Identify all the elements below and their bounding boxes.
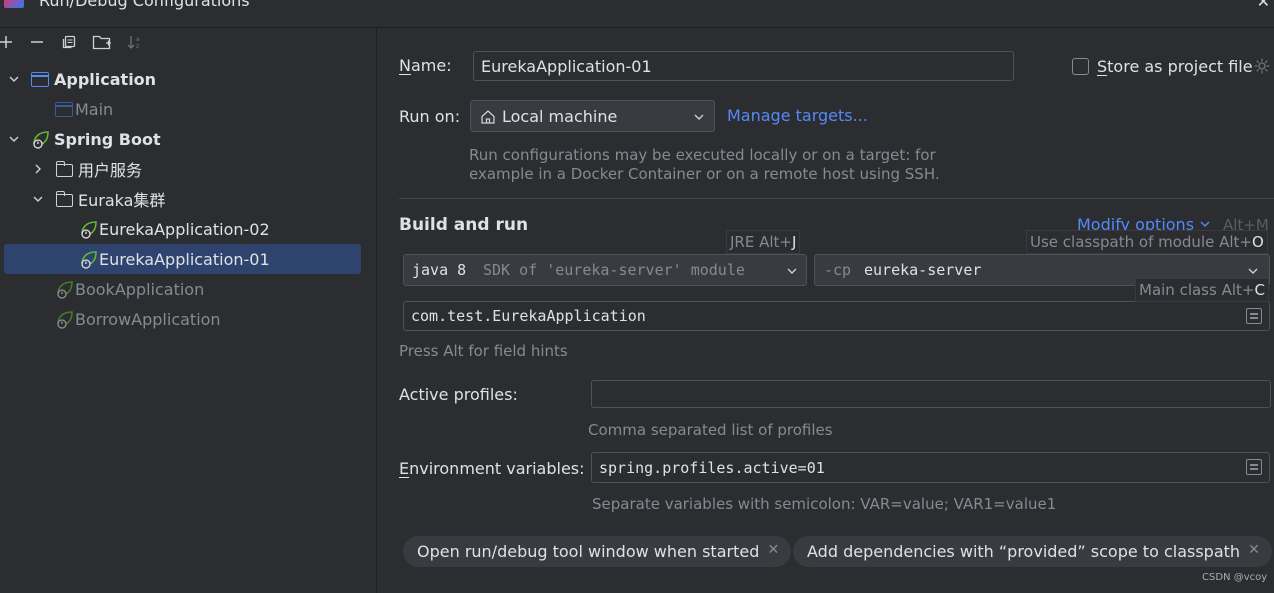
tree-node-eureka-02[interactable]: EurekaApplication-02 [0, 214, 377, 244]
env-label-text: nvironment variables: [409, 459, 585, 478]
tree-node-borrow-application[interactable]: BorrowApplication [0, 304, 377, 334]
tree-node-book-application[interactable]: BookApplication [0, 274, 377, 304]
jre-shortcut-tooltip: JRE Alt+J [726, 230, 801, 254]
tree-node-eureka-folder[interactable]: Euraka集群 [0, 184, 377, 214]
watermark: CSDN @vcoy [1202, 572, 1268, 583]
browse-class-icon[interactable] [1246, 308, 1262, 324]
run-on-hint-line-2: example in a Docker Container or on a re… [469, 165, 940, 183]
run-on-dropdown[interactable]: Local machine [470, 100, 715, 132]
run-on-value: Local machine [502, 106, 618, 126]
chip-label: Open run/debug tool window when started [417, 542, 760, 561]
active-profiles-input[interactable] [591, 380, 1271, 408]
tree-label: Main [75, 99, 114, 119]
jre-dropdown[interactable]: java 8 SDK of 'eureka-server' module [403, 254, 807, 286]
name-input[interactable]: EurekaApplication-01 [473, 51, 1014, 81]
svg-text:a: a [136, 36, 140, 43]
copy-icon[interactable] [59, 32, 79, 52]
spring-boot-icon [81, 251, 97, 269]
configuration-editor-panel: Name: EurekaApplication-01 Store as proj… [378, 28, 1274, 593]
tree-label: Application [54, 69, 157, 89]
main-class-value: com.test.EurekaApplication [411, 307, 646, 325]
tree-node-spring-boot[interactable]: Spring Boot [0, 124, 377, 154]
svg-text:z: z [136, 43, 139, 50]
tree-label: EurekaApplication-01 [99, 249, 270, 269]
spring-boot-icon [81, 221, 97, 239]
run-on-hint-line-1: Run configurations may be executed local… [469, 146, 936, 164]
store-as-project-file-label: Store as project file [1097, 57, 1253, 76]
application-icon [31, 72, 49, 87]
main-class-input[interactable]: com.test.EurekaApplication [403, 301, 1270, 331]
title-bar: Run/Debug Configurations ✕ [0, 0, 1274, 28]
window-title: Run/Debug Configurations [39, 0, 250, 10]
folder-icon [55, 161, 73, 177]
tree-node-eureka-01[interactable]: EurekaApplication-01 [4, 244, 361, 274]
name-input-value: EurekaApplication-01 [481, 56, 652, 76]
chevron-down-icon [787, 268, 797, 274]
remove-icon[interactable] [27, 32, 47, 52]
edit-env-vars-icon[interactable] [1246, 459, 1262, 475]
gear-icon[interactable] [1253, 57, 1271, 75]
add-icon[interactable] [0, 32, 16, 52]
env-value: spring.profiles.active=01 [599, 458, 825, 477]
close-window-icon[interactable]: ✕ [1257, 0, 1270, 11]
tree-label: BorrowApplication [75, 309, 221, 329]
main-class-shortcut-tooltip: Main class Alt+C [1135, 278, 1269, 302]
name-label: Name: [399, 56, 452, 75]
classpath-tooltip-text: Use classpath of module Alt+ [1030, 233, 1252, 251]
name-label-text: ame: [410, 56, 452, 75]
main-class-tooltip-key: C [1254, 281, 1265, 299]
active-profiles-hint: Comma separated list of profiles [588, 421, 833, 439]
tree-node-application[interactable]: Application [0, 64, 377, 94]
environment-variables-label: Environment variables: [399, 459, 585, 478]
tree-label: BookApplication [75, 279, 205, 299]
store-label-text: tore as project file [1107, 57, 1253, 76]
folder-icon [55, 191, 73, 207]
env-hint: Separate variables with semicolon: VAR=v… [592, 495, 1057, 513]
jdk-version: java 8 [412, 261, 467, 279]
field-hints-text: Press Alt for field hints [399, 342, 568, 360]
intellij-logo-icon [4, 0, 24, 8]
option-chip-add-dependencies[interactable]: Add dependencies with “provided” scope t… [793, 536, 1273, 567]
sort-icon[interactable]: az [125, 32, 145, 52]
close-icon[interactable]: ✕ [767, 543, 779, 557]
active-profiles-label: Active profiles: [399, 385, 518, 404]
application-icon [55, 102, 73, 117]
tree-label: Euraka集群 [78, 191, 166, 210]
chevron-down-icon[interactable] [7, 132, 21, 146]
tree-node-user-service-folder[interactable]: 用户服务 [0, 154, 377, 184]
jdk-sdk-description: SDK of 'eureka-server' module [483, 261, 745, 279]
build-and-run-title: Build and run [399, 215, 529, 235]
tree-label: 用户服务 [78, 161, 143, 180]
tree-node-main[interactable]: Main [0, 94, 377, 124]
environment-variables-input[interactable]: spring.profiles.active=01 [591, 452, 1270, 483]
home-icon [481, 110, 495, 124]
jre-tooltip-key: J [791, 233, 797, 251]
tree-label: Spring Boot [54, 129, 161, 149]
chip-label: Add dependencies with “provided” scope t… [807, 542, 1241, 561]
main-class-tooltip-text: Main class Alt+ [1139, 281, 1255, 299]
configurations-tree-panel: az Application Main Spring Boot 用户服务 Eur… [0, 28, 377, 593]
store-as-project-file-checkbox[interactable] [1072, 58, 1089, 75]
option-chip-open-tool-window[interactable]: Open run/debug tool window when started … [403, 536, 792, 567]
spring-boot-icon [33, 131, 49, 149]
cp-flag: -cp [824, 261, 852, 279]
tree-label: EurekaApplication-02 [99, 219, 270, 239]
separator [399, 198, 1274, 199]
spring-boot-icon [57, 281, 73, 299]
chevron-right-icon[interactable] [31, 162, 45, 176]
chevron-down-icon [1200, 221, 1210, 227]
classpath-shortcut-tooltip: Use classpath of module Alt+O [1026, 230, 1268, 254]
cp-module-value: eureka-server [864, 261, 982, 279]
spring-boot-icon [57, 311, 73, 329]
classpath-tooltip-key: O [1251, 233, 1264, 251]
new-folder-icon[interactable] [92, 32, 112, 52]
chevron-down-icon [1248, 268, 1258, 274]
chevron-down-icon[interactable] [31, 192, 45, 206]
jre-tooltip-text: JRE Alt+ [730, 233, 792, 251]
run-on-label: Run on: [399, 107, 461, 126]
close-icon[interactable]: ✕ [1248, 543, 1260, 557]
chevron-down-icon [694, 114, 704, 120]
chevron-down-icon[interactable] [7, 72, 21, 86]
manage-targets-link[interactable]: Manage targets... [727, 106, 868, 125]
